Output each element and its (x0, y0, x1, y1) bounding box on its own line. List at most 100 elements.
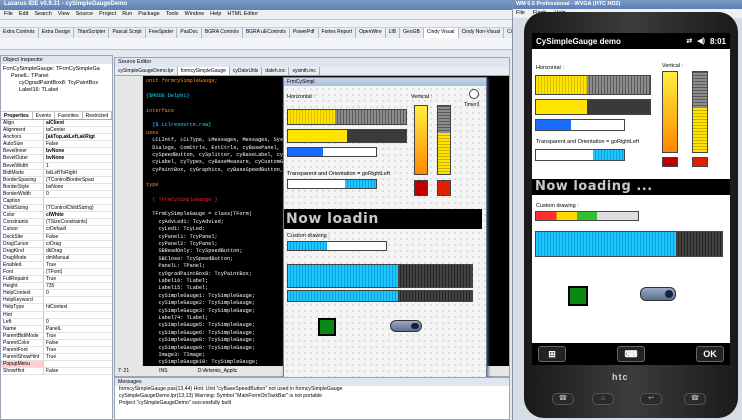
editor-tab[interactable]: cyDateUtils (230, 67, 263, 75)
property-value[interactable]: alClient (44, 120, 64, 126)
inspector-tab[interactable]: Favorites (55, 112, 83, 119)
palette-tab[interactable]: Cindy Non-Visual (459, 28, 505, 38)
property-value[interactable]: dkDrag (44, 248, 62, 254)
form-gauge-vertical-3[interactable] (414, 180, 428, 196)
menu-item-source[interactable]: Source (76, 11, 93, 18)
property-value[interactable]: dmManual (44, 255, 69, 261)
property-row[interactable]: BorderSpacing (TControlBorderSpaci (1, 176, 112, 184)
property-value[interactable]: True (44, 347, 56, 353)
property-row[interactable]: Align alClient (1, 120, 112, 128)
property-row[interactable]: Height 735 (1, 283, 112, 291)
property-row[interactable]: HelpKeyword (1, 297, 112, 305)
form-led-green[interactable] (318, 318, 336, 336)
inspector-tab[interactable]: Events (33, 112, 56, 119)
property-value[interactable]: False (44, 141, 58, 147)
form-gauge-large-2[interactable] (287, 290, 473, 302)
phone-gauge-custom[interactable] (535, 211, 639, 221)
call-icon[interactable]: ☎ (552, 393, 574, 405)
property-value[interactable]: 1 (44, 163, 49, 169)
property-value[interactable]: bvNone (44, 148, 64, 154)
design-form-window[interactable]: FrmCySimpl Horizontal : Vertical : Timer… (283, 77, 487, 385)
property-row[interactable]: Hint (1, 311, 112, 319)
palette-tab[interactable]: Pascal Script (109, 28, 146, 38)
form-gauge-vertical-2[interactable] (437, 105, 451, 175)
menu-item-html-editor[interactable]: HTML Editor (227, 11, 258, 18)
property-row[interactable]: Caption (1, 198, 112, 206)
palette-tab[interactable]: FreeSpider (146, 28, 178, 38)
property-value[interactable]: bsNone (44, 184, 63, 190)
property-value[interactable]: (TFont) (44, 269, 62, 275)
phone-led-green[interactable] (568, 286, 588, 306)
property-row[interactable]: BorderStyle bsNone (1, 183, 112, 191)
property-row[interactable]: BevelWidth 1 (1, 162, 112, 170)
message-line[interactable]: formcySimpleGauge.pas(13,44) Hint: Unit … (115, 386, 509, 393)
property-value[interactable]: False (44, 368, 58, 374)
property-row[interactable]: Name PanelL (1, 325, 112, 333)
menu-item-run[interactable]: Run (122, 11, 132, 18)
phone-gauge-horizontal-2[interactable] (535, 99, 651, 115)
palette-tab[interactable]: Extra Design (39, 28, 75, 38)
tree-node[interactable]: Label16: TLabel (3, 87, 110, 94)
property-row[interactable]: HelpContext 0 (1, 290, 112, 298)
property-value[interactable]: [akTop,akLeft,akRigt (44, 134, 95, 140)
menu-item-help[interactable]: Help (210, 11, 221, 18)
form-gauge-horizontal-3[interactable] (287, 147, 377, 157)
phone-gauge-vertical-2[interactable] (692, 71, 708, 153)
palette-tab[interactable]: PowerPdf (290, 28, 319, 38)
form-gauge-vertical-4[interactable] (437, 180, 451, 196)
form-toggle-switch[interactable] (390, 320, 422, 332)
tree-node[interactable]: FrmCySimpleGauge: TFrmCySimpleGa (3, 66, 110, 73)
menu-item-window[interactable]: Window (185, 11, 205, 18)
form-now-loading-gauge[interactable]: Now loadin (284, 209, 482, 229)
property-row[interactable]: DragCursor crDrag (1, 240, 112, 248)
property-row[interactable]: BidiMode bdLeftToRight (1, 169, 112, 177)
phone-toggle-switch[interactable] (640, 287, 676, 301)
menu-item-view[interactable]: View (58, 11, 70, 18)
property-value[interactable]: True (44, 354, 56, 360)
property-row[interactable]: Font (TFont) (1, 268, 112, 277)
phone-gauge-transparent[interactable] (535, 149, 625, 161)
end-call-icon[interactable]: ☎ (684, 393, 706, 405)
property-value[interactable]: (TControlChildSizing) (44, 205, 94, 211)
property-row[interactable]: Left 0 (1, 318, 112, 326)
property-value[interactable]: 735 (44, 283, 54, 289)
property-value[interactable]: 0 (44, 290, 49, 296)
form-gauge-horizontal-1[interactable] (287, 109, 407, 125)
menu-item-package[interactable]: Package (138, 11, 159, 18)
property-row[interactable]: BevelOuter bvNone (1, 155, 112, 163)
property-row[interactable]: ChildSizing (TControlChildSizing) (1, 205, 112, 213)
property-row[interactable]: HelpType htContext (1, 304, 112, 312)
property-value[interactable]: False (44, 234, 58, 240)
form-gauge-large[interactable] (287, 264, 473, 288)
property-row[interactable]: ParentFont True (1, 347, 112, 355)
palette-tab[interactable]: OpenWire (356, 28, 386, 38)
property-value[interactable] (44, 361, 46, 367)
phone-gauge-horizontal-1[interactable] (535, 75, 651, 95)
property-row[interactable]: Anchors [akTop,akLeft,akRigt (1, 134, 112, 142)
property-value[interactable]: crDrag (44, 241, 61, 247)
property-value[interactable]: taCenter (44, 127, 65, 133)
property-row[interactable]: Color clWhite (1, 212, 112, 220)
form-gauge-horizontal-2[interactable] (287, 129, 407, 143)
form-gauge-transparent[interactable] (287, 179, 377, 189)
property-row[interactable]: ParentColor False (1, 339, 112, 347)
property-row[interactable]: DragMode dmManual (1, 254, 112, 262)
property-row[interactable]: AutoSize False (1, 141, 112, 149)
tree-node[interactable]: PanelL: TPanel (3, 73, 110, 80)
property-row[interactable]: ShowHint False (1, 368, 112, 376)
back-icon[interactable]: ↩ (640, 393, 662, 405)
property-row[interactable]: Enabled True (1, 261, 112, 269)
property-row[interactable]: DragKind dkDrag (1, 247, 112, 255)
property-value[interactable]: crDefault (44, 226, 66, 232)
start-windows-icon[interactable]: ⊞ (538, 346, 566, 362)
form-gauge-custom[interactable] (287, 241, 387, 251)
property-value[interactable]: (TSizeConstraints) (44, 219, 87, 225)
property-row[interactable]: BorderWidth 0 (1, 190, 112, 199)
property-value[interactable]: True (44, 276, 56, 282)
palette-tab[interactable]: PasDoc (177, 28, 202, 38)
palette-tab[interactable]: TitanScripter (74, 28, 110, 38)
property-value[interactable] (44, 198, 46, 204)
property-value[interactable] (44, 312, 46, 318)
palette-tab[interactable]: BGRA Controls (202, 28, 243, 38)
menu-item-file[interactable]: File (4, 11, 13, 18)
